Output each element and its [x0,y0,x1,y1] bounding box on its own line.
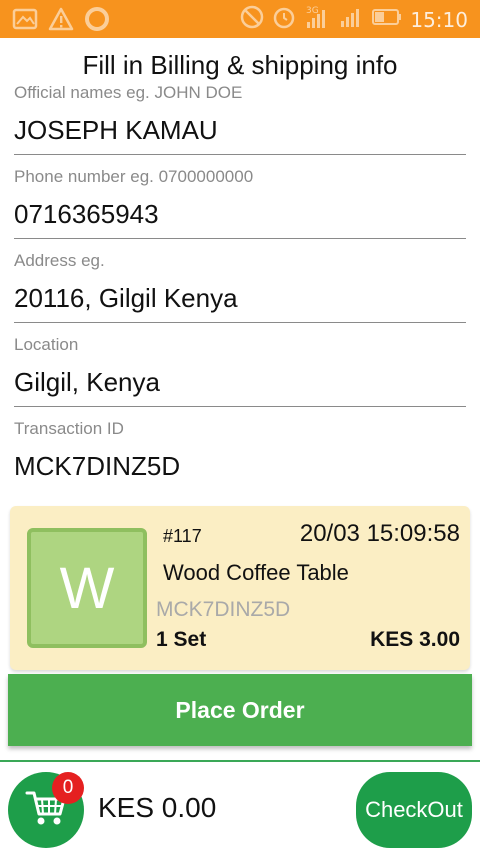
transaction-id-label: Transaction ID [14,419,124,438]
warning-icon [48,7,74,36]
place-order-button[interactable]: Place Order [8,674,472,746]
order-number: #117 [163,526,202,546]
product-avatar: W [27,528,147,648]
bottom-bar: 0 KES 0.00 CheckOut [0,760,480,854]
location-field[interactable]: Location Gilgil, Kenya [14,335,466,407]
order-price: KES 3.00 [370,628,460,651]
name-label: Official names eg. JOHN DOE [14,83,243,102]
phone-field[interactable]: Phone number eg. 0700000000 0716365943 [14,167,466,239]
location-input[interactable]: Gilgil, Kenya [14,367,160,398]
status-bar: 3G 15:10 [0,0,480,38]
location-label: Location [14,335,79,354]
order-date: 20/03 15:09:58 [299,520,460,547]
svg-text:3G: 3G [306,6,319,16]
phone-input[interactable]: 0716365943 [14,199,159,230]
transaction-id-field[interactable]: Transaction ID MCK7DINZ5D [14,419,466,491]
status-time: 15:10 [410,7,468,32]
phone-label: Phone number eg. 0700000000 [14,167,254,186]
product-name: Wood Coffee Table [163,560,349,585]
status-left-icons [12,6,110,37]
address-input[interactable]: 20116, Gilgil Kenya [14,283,238,314]
signal-icon [338,5,364,34]
checkout-button[interactable]: CheckOut [356,772,472,848]
status-right-icons: 3G 15:10 [240,4,468,35]
name-input[interactable]: JOSEPH KAMAU [14,115,218,146]
address-field[interactable]: Address eg. 20116, Gilgil Kenya [14,251,466,323]
cart-count-badge: 0 [52,772,84,804]
address-label: Address eg. [14,251,105,270]
transaction-id-input[interactable]: MCK7DINZ5D [14,451,180,482]
image-icon [12,7,38,36]
battery-icon [372,7,402,32]
name-field[interactable]: Official names eg. JOHN DOE JOSEPH KAMAU [14,83,466,155]
signal-icon: 3G [304,4,330,35]
cart-total: KES 0.00 [98,792,217,823]
alarm-icon [272,5,296,34]
order-transaction-id: MCK7DINZ5D [156,598,291,621]
mute-icon [240,5,264,34]
page-title: Fill in Billing & shipping info [82,50,398,80]
order-quantity: 1 Set [156,628,207,651]
order-card[interactable]: W #117 20/03 15:09:58 Wood Coffee Table … [10,506,470,670]
circle-app-icon [84,6,110,37]
